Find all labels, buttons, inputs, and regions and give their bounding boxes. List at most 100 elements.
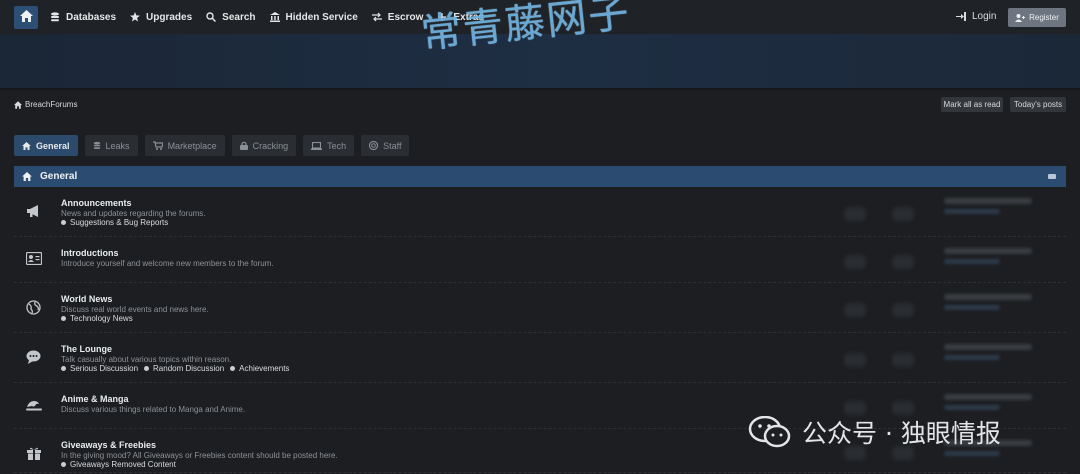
tab-marketplace[interactable]: Marketplace bbox=[144, 135, 225, 156]
forum-row-world-news[interactable]: World News Discuss real world events and … bbox=[14, 283, 1066, 333]
post-count-redacted bbox=[892, 303, 914, 317]
chat-icon bbox=[26, 350, 41, 364]
subforum-link[interactable]: Technology News bbox=[61, 314, 133, 323]
subforum-label: Random Discussion bbox=[153, 364, 225, 373]
subforum-link[interactable]: Achievements bbox=[230, 364, 289, 373]
forum-title[interactable]: Anime & Manga bbox=[61, 394, 129, 404]
subforum-link[interactable]: Random Discussion bbox=[144, 364, 224, 373]
forum-description: Talk casually about various topics withi… bbox=[61, 355, 232, 364]
mark-all-read-button[interactable]: Mark all as read bbox=[941, 97, 1003, 112]
todays-posts-button[interactable]: Today's posts bbox=[1010, 97, 1066, 112]
tab-leaks[interactable]: Leaks bbox=[84, 135, 138, 156]
home-button[interactable] bbox=[14, 6, 38, 29]
redacted-line bbox=[944, 259, 1000, 264]
forum-title[interactable]: Introductions bbox=[61, 248, 119, 258]
forum-row-the-lounge[interactable]: The Lounge Talk casually about various to… bbox=[14, 333, 1066, 383]
nav-item-escrow[interactable]: Escrow bbox=[371, 11, 424, 23]
post-count-redacted bbox=[892, 255, 914, 269]
thread-count-redacted bbox=[844, 255, 866, 269]
nav-item-label: Databases bbox=[66, 11, 117, 23]
register-button[interactable]: Register bbox=[1008, 8, 1066, 27]
gift-icon bbox=[26, 446, 42, 460]
post-count-redacted bbox=[892, 207, 914, 221]
forum-title[interactable]: The Lounge bbox=[61, 344, 112, 354]
redacted-line bbox=[944, 394, 1032, 400]
id-card-icon bbox=[26, 252, 42, 265]
thread-count-redacted bbox=[844, 303, 866, 317]
forum-description: Introduce yourself and welcome new membe… bbox=[61, 259, 274, 268]
swap-icon bbox=[371, 12, 382, 22]
forum-title[interactable]: Giveaways & Freebies bbox=[61, 440, 156, 450]
tab-general[interactable]: General bbox=[14, 135, 78, 156]
login-link[interactable]: Login bbox=[956, 11, 996, 22]
subforum-dot-icon bbox=[61, 316, 66, 321]
section-title: General bbox=[40, 171, 78, 182]
subforum-dot-icon bbox=[230, 366, 236, 371]
login-icon bbox=[956, 12, 966, 21]
post-count-redacted bbox=[892, 401, 914, 415]
nav-item-label: Upgrades bbox=[146, 11, 193, 23]
watermark-bottom-text: 公众号 · 独眼情报 bbox=[802, 419, 1001, 448]
category-tabs: General Leaks Marketplace Cracking Tech Staff bbox=[14, 135, 416, 156]
subforum-link[interactable]: Suggestions & Bug Reports bbox=[61, 218, 168, 227]
redacted-line bbox=[944, 344, 1032, 350]
forum-title[interactable]: Announcements bbox=[61, 198, 132, 208]
redacted-line bbox=[944, 355, 1000, 360]
home-icon bbox=[22, 172, 32, 181]
subforum-label: Giveaways Removed Content bbox=[70, 460, 176, 469]
tab-label: Leaks bbox=[105, 140, 130, 151]
last-post-redacted bbox=[944, 248, 1036, 278]
subforum-dot-icon bbox=[61, 220, 66, 225]
register-label: Register bbox=[1029, 13, 1059, 22]
subforum-list: Technology News bbox=[61, 314, 139, 323]
tab-label: Cracking bbox=[252, 140, 289, 151]
redacted-line bbox=[944, 305, 1000, 310]
tab-staff[interactable]: Staff bbox=[361, 135, 410, 156]
forum-row-announcements[interactable]: Announcements News and updates regarding … bbox=[14, 187, 1066, 237]
subforum-label: Suggestions & Bug Reports bbox=[70, 218, 169, 227]
thread-count-redacted bbox=[844, 353, 866, 367]
forum-description: Discuss various things related to Manga … bbox=[61, 405, 246, 414]
nav-item-label: Search bbox=[222, 11, 256, 23]
wechat-icon bbox=[748, 416, 792, 448]
subforum-label: Serious Discussion bbox=[70, 364, 139, 373]
subforum-dot-icon bbox=[144, 366, 150, 371]
mark-all-read-label: Mark all as read bbox=[943, 100, 1001, 109]
forum-description: Discuss real world events and news here. bbox=[61, 305, 209, 314]
nav-item-databases[interactable]: Databases bbox=[50, 12, 116, 23]
database-icon bbox=[50, 12, 60, 22]
nav-item-label: Escrow bbox=[387, 11, 424, 23]
forum-description: In the giving mood? All Giveaways or Fre… bbox=[61, 451, 338, 460]
section-header-general[interactable]: General bbox=[14, 166, 1066, 187]
todays-posts-label: Today's posts bbox=[1013, 100, 1063, 109]
subforum-list: Giveaways Removed Content bbox=[61, 460, 182, 469]
add-user-icon bbox=[1015, 13, 1026, 22]
last-post-redacted bbox=[944, 344, 1036, 374]
thread-count-redacted bbox=[844, 401, 866, 415]
redacted-line bbox=[944, 294, 1032, 300]
tab-label: Marketplace bbox=[167, 140, 217, 151]
subforum-label: Achievements bbox=[239, 364, 290, 373]
breadcrumb[interactable]: BreachForums bbox=[14, 100, 77, 109]
thread-count-redacted bbox=[844, 207, 866, 221]
nav-item-hidden-service[interactable]: Hidden Service bbox=[269, 11, 358, 23]
megaphone-icon bbox=[26, 204, 42, 218]
wechat-watermark: 公众号 · 独眼情报 bbox=[748, 414, 1001, 450]
subforum-dot-icon bbox=[61, 366, 66, 371]
home-icon bbox=[22, 141, 31, 150]
wave-icon bbox=[26, 398, 42, 411]
subforum-link[interactable]: Giveaways Removed Content bbox=[61, 460, 176, 469]
forum-title[interactable]: World News bbox=[61, 294, 112, 304]
subforum-link[interactable]: Serious Discussion bbox=[61, 364, 138, 373]
collapse-icon[interactable] bbox=[1048, 174, 1056, 179]
nav-item-search[interactable]: Search bbox=[206, 11, 256, 23]
forum-row-introductions[interactable]: Introductions Introduce yourself and welc… bbox=[14, 237, 1066, 283]
nav-item-upgrades[interactable]: Upgrades bbox=[130, 12, 192, 23]
subforum-list: Suggestions & Bug Reports bbox=[61, 218, 174, 227]
tab-label: General bbox=[36, 140, 70, 151]
redacted-line bbox=[944, 451, 1000, 456]
nav-item-label: Hidden Service bbox=[285, 11, 358, 23]
tab-tech[interactable]: Tech bbox=[303, 135, 355, 156]
tab-cracking[interactable]: Cracking bbox=[231, 135, 297, 156]
database-icon bbox=[93, 141, 101, 150]
